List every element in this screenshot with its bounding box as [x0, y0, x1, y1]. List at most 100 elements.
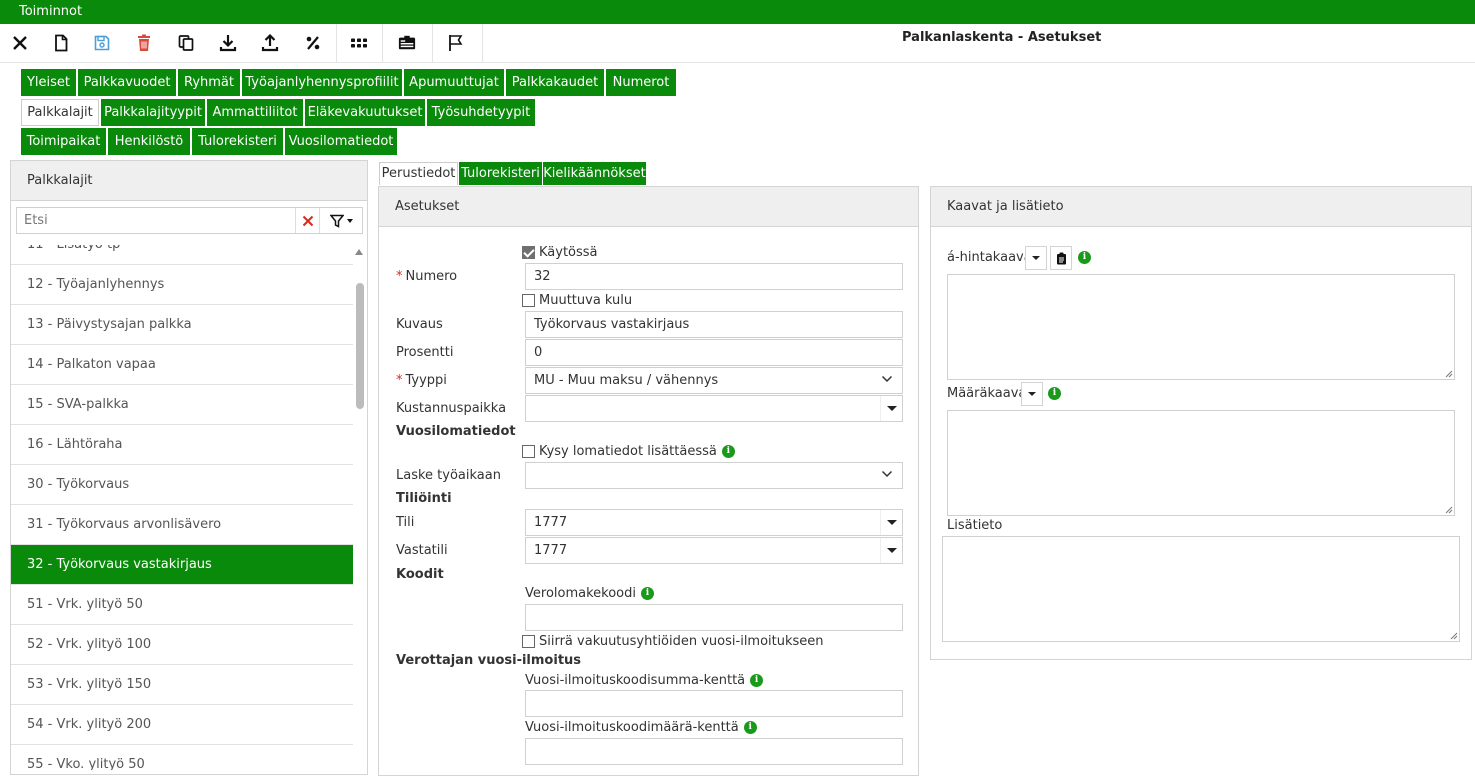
laske-tyoaikaan-select[interactable]	[525, 462, 903, 489]
kustannuspaikka-combo[interactable]	[525, 395, 903, 422]
nav-ammattiliitot[interactable]: Ammattiliitot	[207, 99, 303, 126]
new-button[interactable]	[41, 24, 81, 62]
kustannuspaikka-label: Kustannuspaikka	[396, 401, 507, 416]
verolomakekoodi-input[interactable]	[525, 604, 903, 631]
filter-button[interactable]	[319, 208, 362, 233]
info-icon[interactable]: i	[641, 587, 654, 600]
upload-button[interactable]	[250, 24, 290, 62]
tab-perustiedot[interactable]: Perustiedot	[379, 162, 458, 185]
save-icon	[94, 35, 110, 51]
page-title: Palkanlaskenta - Asetukset	[902, 30, 1102, 45]
scroll-up-arrow-icon[interactable]	[355, 249, 363, 255]
nav-elakevakuutukset[interactable]: Eläkevakuutukset	[305, 99, 425, 126]
resize-handle-icon[interactable]	[1445, 506, 1453, 514]
list-item[interactable]: 13 - Päivystysajan palkka	[11, 305, 353, 345]
summa-kentta-label: Vuosi-ilmoituskoodisumma-kenttä i	[525, 673, 764, 688]
dropdown-button[interactable]	[880, 510, 902, 535]
nav-apumuuttujat[interactable]: Apumuuttujat	[404, 69, 504, 96]
nav-yleiset[interactable]: Yleiset	[21, 69, 76, 96]
resize-handle-icon[interactable]	[1450, 632, 1458, 640]
top-menu-bar: Toiminnot	[0, 0, 1475, 24]
list-item[interactable]: 54 - Vrk. ylityö 200	[11, 705, 353, 745]
dropdown-button[interactable]	[880, 396, 902, 421]
nav-palkkalajit[interactable]: Palkkalajit	[21, 99, 99, 126]
close-button[interactable]	[0, 24, 40, 62]
kuvaus-input[interactable]: Työkorvaus vastakirjaus	[525, 311, 903, 338]
nav-toimipaikat[interactable]: Toimipaikat	[21, 128, 106, 155]
tili-label: Tili	[396, 515, 415, 530]
tab-kielikaannokset[interactable]: Kielikäännökset	[543, 162, 646, 185]
nav-palkkakaudet[interactable]: Palkkakaudet	[506, 69, 604, 96]
tili-combo[interactable]: 1777	[525, 509, 903, 536]
clear-search-button[interactable]	[295, 208, 319, 233]
kaytossa-checkbox[interactable]	[522, 246, 535, 259]
tyyppi-select[interactable]: MU - Muu maksu / vähennys	[525, 367, 903, 394]
list-item[interactable]: 11 - Lisätyö tp	[11, 245, 353, 265]
save-button[interactable]	[82, 24, 122, 62]
info-icon[interactable]: i	[1078, 251, 1091, 264]
menu-toiminnot[interactable]: Toiminnot	[19, 4, 82, 19]
maara-kentta-input[interactable]	[525, 738, 903, 765]
list-item[interactable]: 15 - SVA-palkka	[11, 385, 353, 425]
lisatieto-textarea[interactable]	[942, 536, 1460, 642]
percent-button[interactable]	[293, 24, 333, 62]
toolbar-separator	[382, 24, 383, 62]
search-input[interactable]	[17, 208, 295, 233]
list-item[interactable]: 31 - Työkorvaus arvonlisävero	[11, 505, 353, 545]
list-item[interactable]: 14 - Palkaton vapaa	[11, 345, 353, 385]
list-item[interactable]: 55 - Vko. ylityö 50	[11, 745, 353, 770]
chevron-down-icon	[882, 375, 892, 383]
a-hintakaava-dropdown-button[interactable]	[1025, 246, 1047, 270]
list-item-selected[interactable]: 32 - Työkorvaus vastakirjaus	[11, 545, 353, 585]
info-icon[interactable]: i	[750, 674, 764, 687]
dropdown-button[interactable]	[880, 538, 902, 563]
copy-icon	[178, 35, 194, 51]
muuttuva-kulu-checkbox[interactable]	[522, 294, 535, 307]
prosentti-input[interactable]: 0	[525, 339, 903, 366]
nav-palkkalajityypit[interactable]: Palkkalajityypit	[101, 99, 205, 126]
grid-button[interactable]	[339, 24, 379, 62]
list-item[interactable]: 53 - Vrk. ylityö 150	[11, 665, 353, 705]
list-item[interactable]: 51 - Vrk. ylityö 50	[11, 585, 353, 625]
resize-handle-icon[interactable]	[1445, 370, 1453, 378]
nav-vuosilomatiedot[interactable]: Vuosilomatiedot	[285, 128, 397, 155]
a-hintakaava-textarea[interactable]	[947, 274, 1455, 380]
maarakaava-textarea[interactable]	[947, 410, 1455, 516]
list-item[interactable]: 16 - Lähtöraha	[11, 425, 353, 465]
info-icon[interactable]: i	[1048, 387, 1061, 400]
siirra-checkbox[interactable]	[522, 635, 535, 648]
id-card-button[interactable]	[387, 24, 427, 62]
nav-palkkavuodet[interactable]: Palkkavuodet	[78, 69, 176, 96]
nav-ryhmat[interactable]: Ryhmät	[178, 69, 240, 96]
lisatieto-label: Lisätieto	[947, 518, 1003, 533]
copy-button[interactable]	[166, 24, 206, 62]
download-button[interactable]	[208, 24, 248, 62]
panel-header: Asetukset	[379, 187, 918, 227]
nav-henkilosto[interactable]: Henkilöstö	[108, 128, 190, 155]
kaytossa-label: Käytössä	[539, 245, 598, 260]
flag-button[interactable]	[436, 24, 476, 62]
list-item[interactable]: 52 - Vrk. ylityö 100	[11, 625, 353, 665]
delete-button[interactable]	[124, 24, 164, 62]
nav-tyosuhdetyypit[interactable]: Työsuhdetyypit	[427, 99, 535, 126]
list-item[interactable]: 30 - Työkorvaus	[11, 465, 353, 505]
nav-numerot[interactable]: Numerot	[606, 69, 676, 96]
caret-down-icon	[886, 520, 897, 525]
nav-tulorekisteri[interactable]: Tulorekisteri	[192, 128, 283, 155]
close-icon	[302, 215, 313, 226]
summa-kentta-input[interactable]	[525, 690, 903, 717]
info-icon[interactable]: i	[743, 721, 757, 734]
numero-input[interactable]: 32	[525, 263, 903, 290]
download-icon	[219, 35, 237, 52]
nav-tyoajanlyhennysprofiilit[interactable]: Työajanlyhennysprofiilit	[242, 69, 402, 96]
list-item[interactable]: 12 - Työajanlyhennys	[11, 265, 353, 305]
info-icon[interactable]: i	[721, 445, 735, 458]
kysy-lomatiedot-checkbox[interactable]	[522, 445, 535, 458]
tab-tulorekisteri[interactable]: Tulorekisteri	[459, 162, 542, 185]
a-hintakaava-clipboard-button[interactable]	[1050, 246, 1072, 270]
toolbar: Palkanlaskenta - Asetukset	[0, 24, 1475, 63]
vastatili-combo[interactable]: 1777	[525, 537, 903, 564]
panel-title: Asetukset	[395, 199, 460, 214]
scrollbar-thumb[interactable]	[356, 283, 364, 409]
maarakaava-dropdown-button[interactable]	[1021, 382, 1043, 406]
